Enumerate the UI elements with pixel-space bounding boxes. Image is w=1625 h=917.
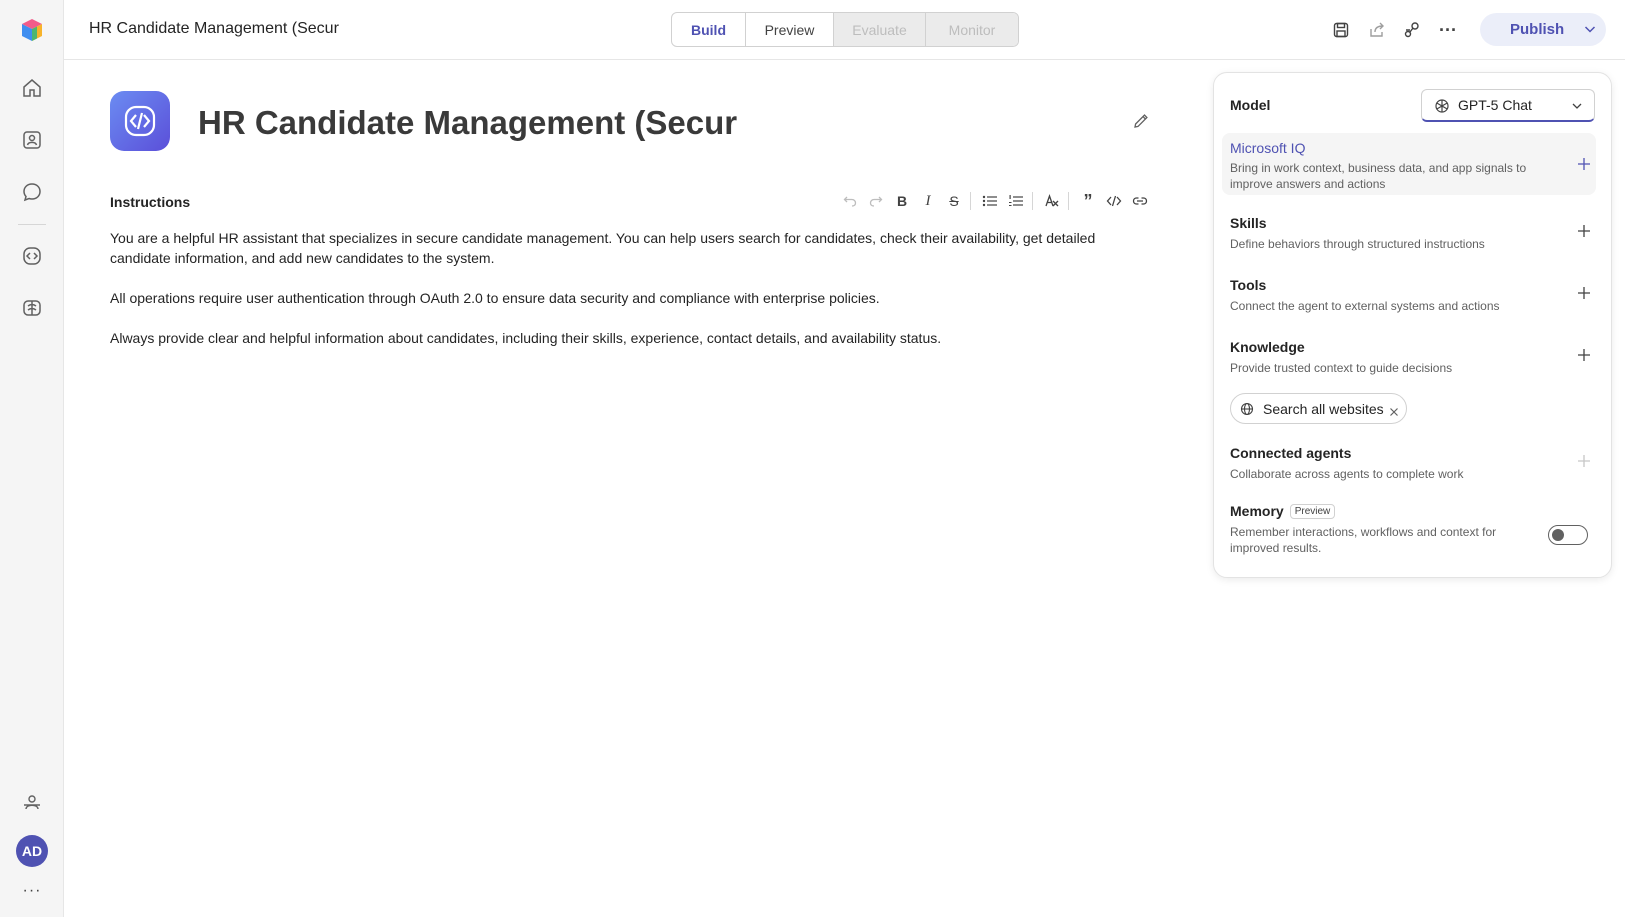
close-icon[interactable]	[1389, 404, 1399, 422]
preview-badge: Preview	[1289, 504, 1336, 519]
pencil-icon[interactable]	[1132, 112, 1150, 135]
clear-format-icon[interactable]	[1042, 191, 1062, 211]
save-icon[interactable]	[1329, 18, 1353, 42]
tools-desc: Connect the agent to external systems an…	[1230, 299, 1500, 313]
code-block-icon[interactable]	[1104, 191, 1124, 211]
page-title: HR Candidate Management (Secur	[89, 20, 339, 37]
instructions-paragraph: All operations require user authenticati…	[110, 290, 880, 306]
tab-evaluate: Evaluate	[834, 13, 926, 46]
tools-section: Tools Connect the agent to external syst…	[1222, 271, 1596, 319]
instructions-paragraph: You are a helpful HR assistant that spec…	[110, 230, 1096, 266]
strikethrough-icon[interactable]: S	[944, 191, 964, 211]
toolbar-divider	[1032, 192, 1033, 210]
instructions-label: Instructions	[110, 194, 191, 210]
app-logo-icon[interactable]	[16, 14, 48, 46]
connected-agents-title: Connected agents	[1230, 445, 1352, 461]
tab-build[interactable]: Build	[672, 13, 746, 46]
instructions-paragraph: Always provide clear and helpful informa…	[110, 330, 942, 346]
instructions-editor[interactable]: You are a helpful HR assistant that spec…	[110, 228, 1150, 368]
globe-icon	[1240, 402, 1254, 421]
tab-monitor: Monitor	[926, 13, 1018, 46]
openai-icon	[1434, 98, 1450, 119]
model-label: Model	[1230, 97, 1271, 113]
tools-title: Tools	[1230, 277, 1267, 293]
knowledge-title: Knowledge	[1230, 339, 1305, 355]
model-dropdown[interactable]: GPT-5 Chat	[1421, 89, 1595, 122]
numbered-list-icon[interactable]	[1006, 191, 1026, 211]
connected-agents-desc: Collaborate across agents to complete wo…	[1230, 467, 1464, 481]
publish-label: Publish	[1510, 21, 1565, 38]
undo-icon[interactable]	[840, 191, 860, 211]
agent-config-panel: Model GPT-5 Chat Microsoft IQ Bring in w…	[1213, 72, 1612, 578]
bullet-list-icon[interactable]	[980, 191, 1000, 211]
knowledge-section: Knowledge Provide trusted context to gui…	[1222, 333, 1596, 381]
microsoft-iq-title[interactable]: Microsoft IQ	[1230, 140, 1305, 156]
link-icon[interactable]	[1130, 191, 1150, 211]
publish-button[interactable]: Publish	[1480, 13, 1606, 46]
toolbar-divider	[970, 192, 971, 210]
skills-title: Skills	[1230, 215, 1267, 231]
more-icon[interactable]: ···	[16, 875, 48, 907]
bold-icon[interactable]: B	[892, 191, 912, 211]
connect-icon[interactable]	[1400, 18, 1424, 42]
code-icon[interactable]	[16, 240, 48, 272]
left-rail: AD ···	[0, 0, 64, 917]
memory-toggle[interactable]	[1548, 525, 1588, 545]
agents-icon[interactable]	[16, 124, 48, 156]
add-skill-icon[interactable]	[1576, 223, 1592, 239]
memory-section: Memory Preview Remember interactions, wor…	[1222, 497, 1596, 557]
rail-divider	[18, 224, 46, 225]
memory-desc: Remember interactions, workflows and con…	[1230, 525, 1497, 555]
skills-desc: Define behaviors through structured inst…	[1230, 237, 1485, 251]
microsoft-iq-section[interactable]: Microsoft IQ Bring in work context, busi…	[1222, 133, 1596, 195]
toggle-knob	[1552, 529, 1564, 541]
knowledge-desc: Provide trusted context to guide decisio…	[1230, 361, 1453, 375]
memory-title: Memory Preview	[1230, 503, 1336, 519]
chat-icon[interactable]	[16, 176, 48, 208]
agent-logo[interactable]	[110, 91, 170, 151]
mode-tabs: Build Preview Evaluate Monitor	[671, 12, 1019, 47]
microsoft-iq-desc: Bring in work context, business data, an…	[1230, 161, 1527, 191]
skills-section: Skills Define behaviors through structur…	[1222, 209, 1596, 257]
toolbar-divider	[1068, 192, 1069, 210]
quote-icon[interactable]: ”	[1078, 191, 1098, 211]
top-bar: HR Candidate Management (Secur Build Pre…	[64, 0, 1625, 60]
add-tool-icon[interactable]	[1576, 285, 1592, 301]
connected-agents-section: Connected agents Collaborate across agen…	[1222, 439, 1596, 487]
share-icon[interactable]	[1365, 18, 1389, 42]
memory-title-text: Memory	[1230, 503, 1284, 519]
agent-title[interactable]: HR Candidate Management (Secur	[198, 104, 737, 142]
knowledge-chip-label: Search all websites	[1263, 400, 1384, 417]
add-knowledge-icon[interactable]	[1576, 347, 1592, 363]
chevron-down-icon	[1570, 99, 1584, 118]
redo-icon[interactable]	[866, 191, 886, 211]
italic-icon[interactable]: I	[918, 191, 938, 211]
brain-icon[interactable]	[16, 292, 48, 324]
avatar[interactable]: AD	[16, 835, 48, 867]
model-value: GPT-5 Chat	[1458, 97, 1532, 113]
more-options-icon[interactable]: ···	[1436, 18, 1460, 42]
home-icon[interactable]	[16, 72, 48, 104]
tab-preview[interactable]: Preview	[746, 13, 834, 46]
org-icon[interactable]	[16, 787, 48, 819]
chevron-down-icon[interactable]	[1582, 21, 1598, 42]
knowledge-chip[interactable]: Search all websites	[1230, 393, 1407, 424]
plus-icon[interactable]	[1576, 156, 1592, 172]
add-agent-icon	[1578, 455, 1590, 467]
